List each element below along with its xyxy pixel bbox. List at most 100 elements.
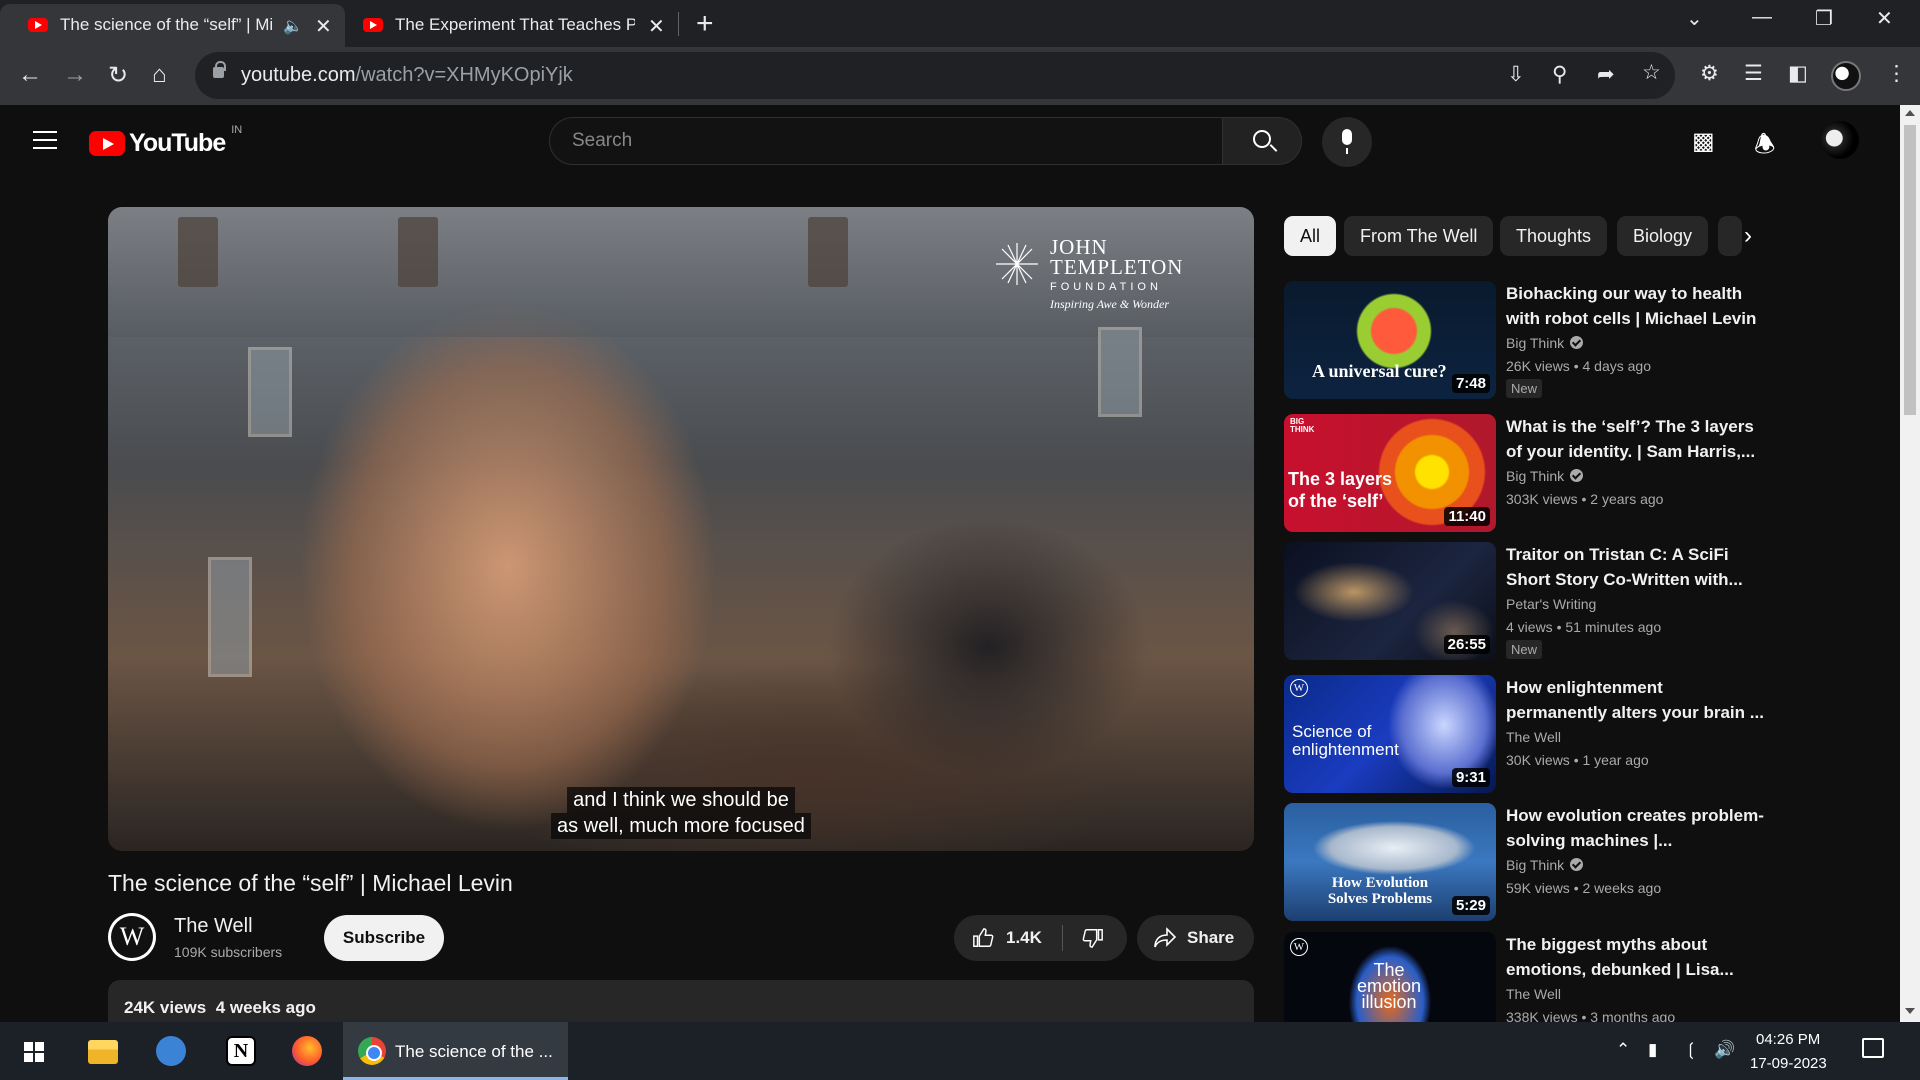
scrollbar-thumb[interactable]	[1904, 125, 1916, 415]
the-well-logo: W	[1290, 679, 1308, 697]
video-thumbnail[interactable]: How Evolution Solves Problems 5:29	[1284, 803, 1496, 921]
browser-menu-icon[interactable]: ⋮	[1886, 61, 1907, 86]
chip-thoughts[interactable]: Thoughts	[1500, 216, 1608, 256]
chip-all[interactable]: All	[1284, 216, 1337, 256]
recommendation-channel[interactable]: Big Think	[1506, 335, 1584, 351]
reload-icon[interactable]: ↻	[108, 61, 128, 90]
video-frame-window	[1098, 327, 1142, 417]
tab-search-chevron-icon[interactable]: ⌄	[1686, 6, 1703, 31]
voice-search-button[interactable]	[1322, 117, 1372, 167]
video-frame-window	[248, 347, 292, 437]
share-page-icon[interactable]: ➦	[1597, 62, 1615, 87]
browser-profile-avatar[interactable]	[1831, 61, 1861, 91]
recommendation-title[interactable]: What is the ‘self’? The 3 layers of your…	[1506, 414, 1766, 464]
url-host: youtube.com	[241, 64, 356, 86]
share-button[interactable]: Share	[1137, 915, 1254, 961]
media-controls-icon[interactable]: ☰	[1744, 61, 1763, 86]
recommendation-item[interactable]: 26:55 Traitor on Tristan C: A SciFi Shor…	[1284, 542, 1884, 660]
video-duration: 26:55	[1443, 635, 1490, 654]
recommendation-channel[interactable]: The Well	[1506, 729, 1561, 745]
bigthink-logo: BIG THINK	[1290, 417, 1315, 434]
recommendation-channel[interactable]: Big Think	[1506, 468, 1584, 484]
scroll-down-arrow-icon[interactable]	[1905, 1008, 1915, 1014]
youtube-wordmark: YouTube	[129, 129, 226, 157]
recommendation-item[interactable]: A universal cure? 7:48 Biohacking our wa…	[1284, 281, 1884, 399]
clock-time[interactable]: 04:26 PM	[1756, 1031, 1820, 1048]
channel-avatar[interactable]	[108, 913, 156, 961]
file-explorer-icon[interactable]	[88, 1040, 118, 1064]
rec-views: 26K views	[1506, 358, 1570, 374]
account-avatar[interactable]	[1821, 121, 1859, 159]
install-app-icon[interactable]: ⇩	[1507, 62, 1525, 87]
video-player[interactable]: JOHN TEMPLETON FOUNDATION Inspiring Awe …	[108, 207, 1254, 851]
channel-name[interactable]: The Well	[174, 915, 253, 938]
browser-tab[interactable]: The Experiment That Teaches Pec ✕	[345, 4, 675, 47]
new-tab-plus-icon[interactable]: +	[696, 7, 714, 41]
video-thumbnail[interactable]: BIG THINK The 3 layers of the ‘self’ 11:4…	[1284, 414, 1496, 532]
windows-start-icon[interactable]	[24, 1042, 44, 1062]
forward-arrow-icon[interactable]: →	[63, 61, 87, 89]
notion-icon[interactable]: N	[226, 1036, 256, 1066]
home-icon[interactable]: ⌂	[152, 61, 167, 89]
window-close-icon[interactable]: ✕	[1876, 6, 1893, 31]
chip-from-the-well[interactable]: From The Well	[1344, 216, 1494, 256]
search-box	[549, 117, 1223, 165]
recommendation-item[interactable]: W Science of enlightenment 9:31 How enli…	[1284, 675, 1884, 793]
side-panel-icon[interactable]: ◧	[1788, 61, 1808, 86]
tab-muted-speaker-icon[interactable]: 🔈	[283, 16, 303, 36]
chip-biology[interactable]: Biology	[1617, 216, 1709, 256]
recommendation-item[interactable]: How Evolution Solves Problems 5:29 How e…	[1284, 803, 1884, 921]
recommendation-channel[interactable]: The Well	[1506, 986, 1561, 1002]
like-button[interactable]: 1.4K	[954, 915, 1060, 961]
address-bar[interactable]: youtube.com/watch?v=XHMyKOpiYjk ⇩ ⚲ ➦ ☆	[195, 52, 1675, 99]
youtube-logo[interactable]: YouTube IN	[89, 124, 242, 158]
search-button[interactable]	[1222, 117, 1302, 165]
scroll-up-arrow-icon[interactable]	[1905, 110, 1915, 116]
minimize-icon[interactable]: —	[1752, 6, 1772, 29]
recommendation-title[interactable]: How evolution creates problem-solving ma…	[1506, 803, 1766, 853]
clock-date[interactable]: 17-09-2023	[1750, 1055, 1827, 1072]
recommendation-title[interactable]: Traitor on Tristan C: A SciFi Short Stor…	[1506, 542, 1766, 592]
notifications-bell-icon[interactable]: 🕭	[1754, 127, 1775, 168]
recommendation-title[interactable]: How enlightenment permanently alters you…	[1506, 675, 1766, 725]
firefox-icon[interactable]	[292, 1036, 322, 1066]
recommendation-channel[interactable]: Petar's Writing	[1506, 596, 1596, 612]
youtube-header: YouTube IN ▩ 🕭	[0, 105, 1900, 177]
chip-scroll-right-icon[interactable]: ›	[1744, 222, 1752, 250]
chip-overflow[interactable]	[1718, 216, 1742, 256]
menu-hamburger-icon[interactable]	[33, 131, 57, 155]
bookmark-star-icon[interactable]: ☆	[1642, 60, 1661, 85]
volume-icon[interactable]: 🔊	[1714, 1040, 1735, 1060]
search-input[interactable]	[572, 130, 1172, 152]
tab-close-icon[interactable]: ✕	[315, 14, 332, 39]
recommendation-channel[interactable]: Big Think	[1506, 857, 1584, 873]
create-video-icon[interactable]: ▩	[1692, 127, 1715, 156]
video-thumbnail[interactable]: A universal cure? 7:48	[1284, 281, 1496, 399]
back-arrow-icon[interactable]: ←	[18, 61, 42, 89]
tray-overflow-chevron-icon[interactable]: ⌃	[1616, 1040, 1630, 1060]
video-thumbnail[interactable]: W Science of enlightenment 9:31	[1284, 675, 1496, 793]
wifi-icon[interactable]: ❲	[1684, 1040, 1698, 1060]
battery-icon[interactable]: ▮	[1648, 1040, 1657, 1060]
extensions-puzzle-icon[interactable]: ⚙	[1700, 61, 1719, 86]
mail-app-icon[interactable]	[156, 1036, 186, 1066]
zoom-icon[interactable]: ⚲	[1552, 62, 1567, 87]
channel-name: Big Think	[1506, 335, 1565, 351]
subtitle-line-2: as well, much more focused	[551, 813, 811, 839]
restore-icon[interactable]: ❐	[1815, 6, 1833, 31]
lock-icon[interactable]	[213, 61, 226, 78]
subscribe-button[interactable]: Subscribe	[324, 915, 444, 961]
taskbar-chrome-window[interactable]: The science of the ...	[343, 1022, 568, 1080]
browser-tab-active[interactable]: The science of the “self” | Mi 🔈 ✕	[0, 4, 345, 47]
recommendation-title[interactable]: The biggest myths about emotions, debunk…	[1506, 932, 1766, 982]
tab-close-icon[interactable]: ✕	[648, 14, 665, 39]
share-label: Share	[1187, 928, 1235, 947]
url-text[interactable]: youtube.com/watch?v=XHMyKOpiYjk	[241, 64, 573, 87]
video-thumbnail[interactable]: 26:55	[1284, 542, 1496, 660]
notification-center-icon[interactable]	[1862, 1038, 1884, 1058]
recommendation-item[interactable]: BIG THINK The 3 layers of the ‘self’ 11:4…	[1284, 414, 1884, 532]
recommendation-title[interactable]: Biohacking our way to health with robot …	[1506, 281, 1766, 331]
verified-check-icon	[1570, 336, 1584, 349]
dislike-button[interactable]	[1064, 915, 1127, 961]
country-code: IN	[231, 123, 243, 136]
